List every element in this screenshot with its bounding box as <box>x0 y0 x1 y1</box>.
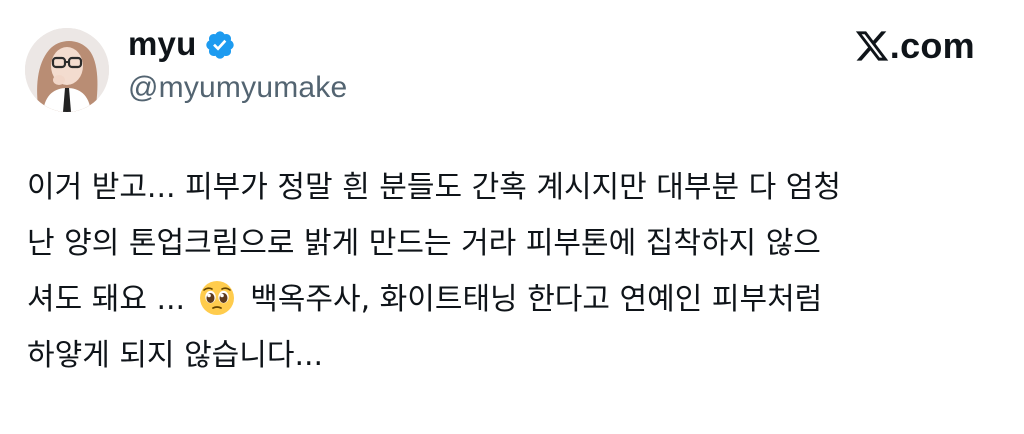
avatar[interactable] <box>25 28 109 112</box>
verified-badge-icon <box>204 29 236 61</box>
tweet-line: 난 양의 톤업크림으로 밝게 만드는 거라 피부톤에 집착하지 않으 <box>27 226 821 261</box>
tweet-line-part: 백옥주사, 화이트태닝 한다고 연예인 피부처럼 <box>250 282 823 317</box>
pleading-face-emoji-icon <box>199 279 235 315</box>
display-name[interactable]: myu <box>128 24 196 64</box>
author-name-row: myu <box>128 24 236 64</box>
tweet-line: 이거 받고... 피부가 정말 흰 분들도 간혹 계시지만 대부분 다 엄청 <box>27 170 841 205</box>
user-handle[interactable]: @myumyumake <box>128 68 347 108</box>
tweet-line-with-emoji: 셔도 돼요 ... 백옥주사, 화이트태닝 한다고 연예인 피부처럼 <box>27 272 1002 328</box>
brand-text: .com <box>889 25 975 66</box>
brand-logo: .com <box>854 24 975 68</box>
tweet-card: myu @myumyumake .com 이거 받고... 피부가 정말 흰 분… <box>0 0 1024 434</box>
tweet-line: 하얗게 되지 않습니다... <box>27 338 324 373</box>
tweet-line-part: 셔도 돼요 ... <box>27 282 186 317</box>
tweet-text: 이거 받고... 피부가 정말 흰 분들도 간혹 계시지만 대부분 다 엄청 난… <box>27 160 1002 384</box>
profile-photo <box>25 28 109 112</box>
x-logo-icon <box>854 28 890 64</box>
